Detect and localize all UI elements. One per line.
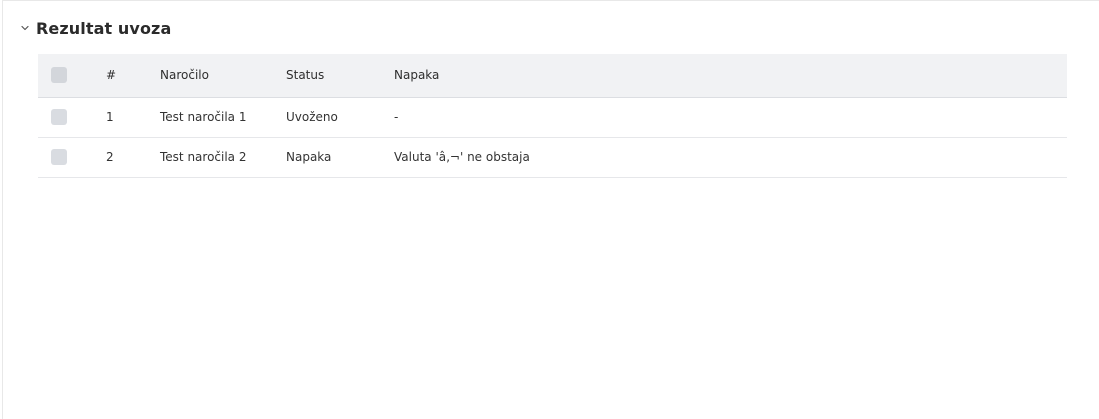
row-number: 2: [106, 150, 114, 164]
column-header-error[interactable]: Napaka: [394, 54, 1067, 97]
import-result-panel: Rezultat uvoza # Naročilo Status Napaka …: [2, 0, 1099, 419]
chevron-down-icon[interactable]: [17, 20, 33, 36]
column-header-order[interactable]: Naročilo: [160, 54, 286, 97]
row-status: Napaka: [286, 150, 332, 164]
row-select-cell: [38, 137, 106, 177]
row-order: Test naročila 2: [160, 150, 247, 164]
select-all-checkbox[interactable]: [51, 67, 67, 84]
column-header-number[interactable]: #: [106, 54, 160, 97]
section-title: Rezultat uvoza: [36, 18, 172, 38]
import-result-table: # Naročilo Status Napaka 1 Test naročila…: [38, 54, 1067, 178]
table-row[interactable]: 2 Test naročila 2 Napaka Valuta 'â‚¬' ne…: [38, 137, 1067, 177]
table-header-row: # Naročilo Status Napaka: [38, 54, 1067, 97]
section-header[interactable]: Rezultat uvoza: [17, 16, 171, 40]
row-status: Uvoženo: [286, 110, 338, 124]
row-checkbox[interactable]: [51, 149, 67, 165]
row-checkbox[interactable]: [51, 109, 67, 125]
header-select-cell: [38, 54, 106, 97]
row-order: Test naročila 1: [160, 110, 247, 124]
column-header-status[interactable]: Status: [286, 54, 394, 97]
row-error: -: [394, 110, 399, 124]
row-number: 1: [106, 110, 114, 124]
row-select-cell: [38, 97, 106, 137]
row-error: Valuta 'â‚¬' ne obstaja: [394, 150, 530, 164]
table-row[interactable]: 1 Test naročila 1 Uvoženo -: [38, 97, 1067, 137]
